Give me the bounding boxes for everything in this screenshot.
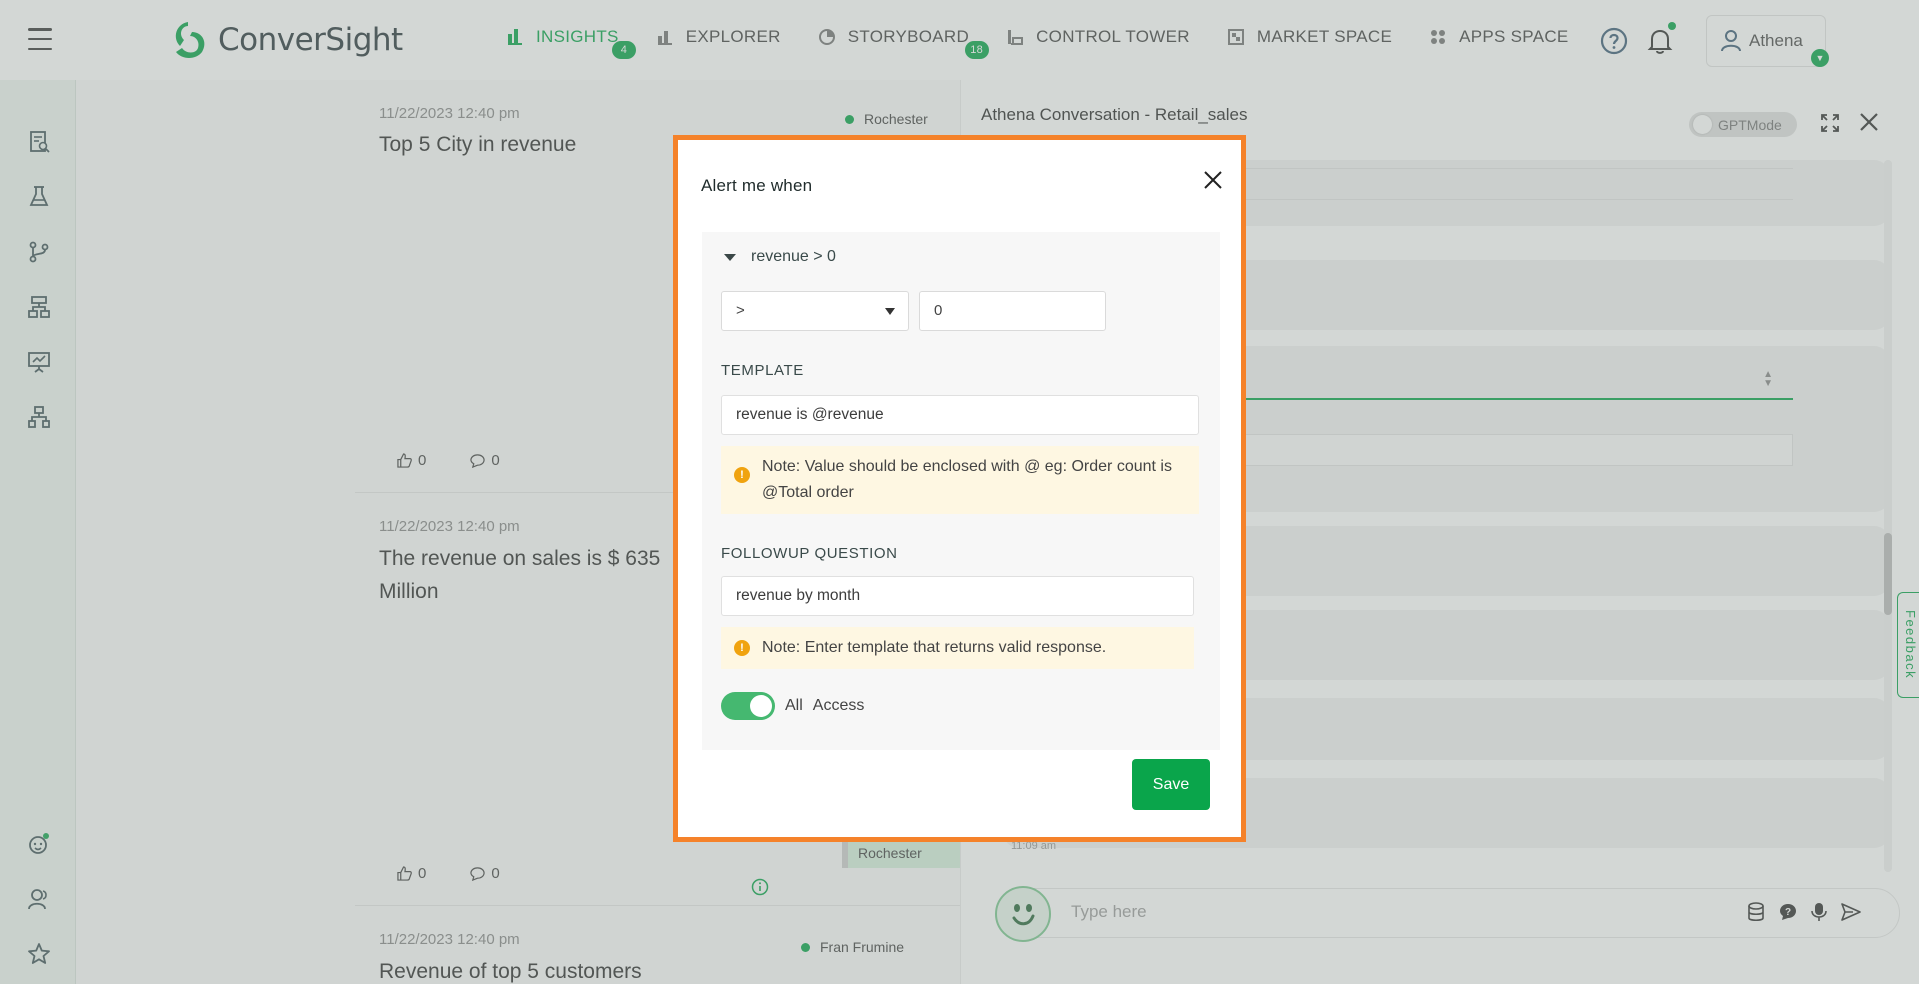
- template-input[interactable]: revenue is @revenue: [721, 395, 1199, 435]
- threshold-value-input[interactable]: 0: [919, 291, 1106, 331]
- all-access-toggle[interactable]: [721, 692, 775, 720]
- backdrop-sidebar-tint: [0, 80, 76, 984]
- template-note: ! Note: Value should be enclosed with @ …: [721, 446, 1199, 514]
- followup-note: ! Note: Enter template that returns vali…: [721, 627, 1194, 669]
- close-icon[interactable]: [1203, 170, 1223, 190]
- followup-label: FOLLOWUP QUESTION: [721, 545, 898, 562]
- followup-question-input[interactable]: revenue by month: [721, 576, 1194, 616]
- access-label: Access: [812, 697, 865, 714]
- modal-title: Alert me when: [701, 176, 813, 195]
- dropdown-caret-icon: [885, 308, 895, 315]
- operator-value: >: [736, 302, 745, 319]
- access-row: All Access: [721, 692, 864, 720]
- caret-down-icon: [724, 253, 736, 261]
- alert-modal: Alert me when revenue > 0 > 0 TEMPLATE r…: [673, 135, 1246, 842]
- condition-toggle[interactable]: revenue > 0: [722, 248, 836, 266]
- followup-note-text: Note: Enter template that returns valid …: [762, 639, 1107, 656]
- warning-icon: !: [734, 467, 750, 483]
- template-label: TEMPLATE: [721, 362, 804, 379]
- alert-condition-panel: revenue > 0 > 0 TEMPLATE revenue is @rev…: [702, 232, 1220, 750]
- access-all-label: All: [785, 697, 803, 714]
- operator-select[interactable]: >: [721, 291, 909, 331]
- toggle-knob: [750, 695, 772, 717]
- condition-summary: revenue > 0: [751, 248, 836, 265]
- warning-icon: !: [734, 640, 750, 656]
- template-note-text: Note: Value should be enclosed with @ eg…: [762, 458, 1172, 501]
- save-button[interactable]: Save: [1132, 759, 1210, 810]
